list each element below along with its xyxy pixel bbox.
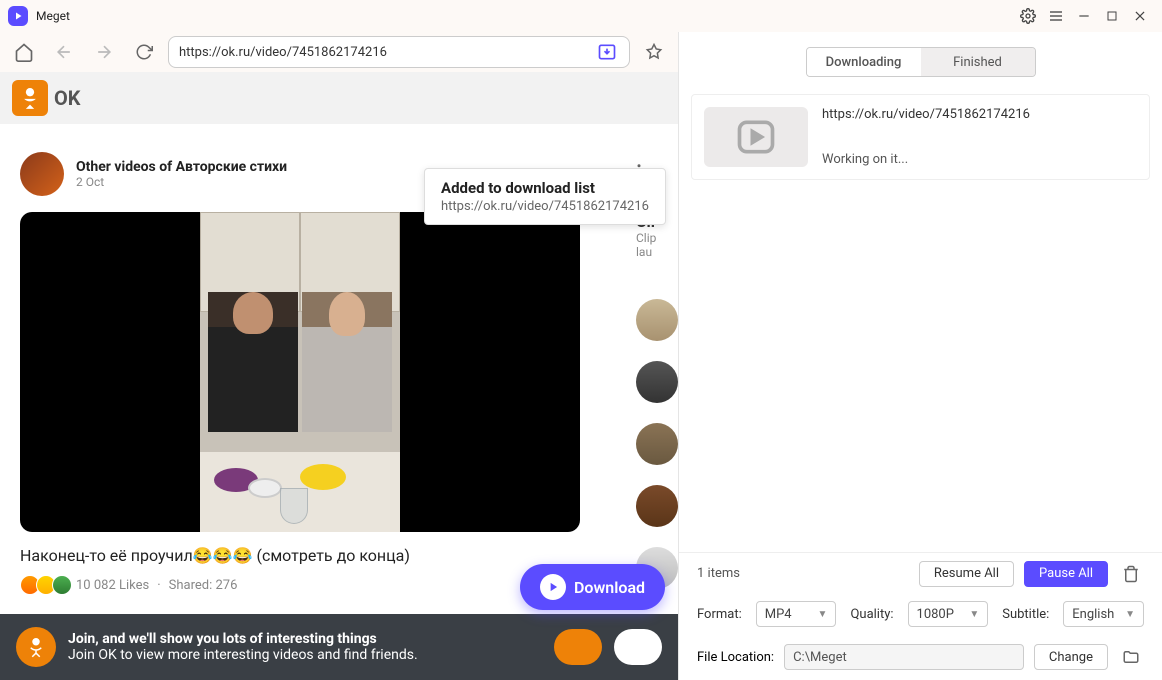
location-row: File Location: C:\Meget Change: [679, 634, 1162, 680]
settings-icon[interactable]: [1014, 2, 1042, 30]
post-date: 2 Oct: [76, 175, 287, 189]
change-button[interactable]: Change: [1034, 644, 1108, 670]
banner-secondary-button[interactable]: [614, 629, 662, 665]
url-field[interactable]: https://ok.ru/video/7451862174216: [168, 36, 630, 68]
download-url: https://ok.ru/video/7451862174216: [822, 107, 1137, 122]
download-tabs: Downloading Finished: [806, 47, 1036, 77]
menu-icon[interactable]: [1042, 2, 1070, 30]
download-panel: Downloading Finished https://ok.ru/video…: [678, 32, 1162, 680]
tab-downloading[interactable]: Downloading: [807, 48, 921, 76]
action-row: 1 items Resume All Pause All: [679, 552, 1162, 594]
chevron-down-icon: ▼: [1125, 609, 1135, 620]
download-bar-icon: [540, 574, 566, 600]
side-sub2: lau: [636, 245, 678, 259]
delete-icon[interactable]: [1118, 561, 1144, 587]
titlebar: Meget: [0, 0, 1162, 32]
banner-join-button[interactable]: [554, 629, 602, 665]
address-bar: https://ok.ru/video/7451862174216: [0, 32, 678, 72]
pin-icon[interactable]: [638, 36, 670, 68]
post-author[interactable]: Other videos of Авторские стихи: [76, 159, 287, 175]
app-title: Meget: [36, 9, 70, 23]
ok-header: OK: [0, 72, 678, 124]
banner-ok-icon: [16, 627, 56, 667]
minimize-button[interactable]: [1070, 2, 1098, 30]
subtitle-label: Subtitle:: [1002, 607, 1049, 622]
browser-pane: https://ok.ru/video/7451862174216 OK: [0, 32, 678, 680]
ok-brand-text: OK: [54, 86, 81, 110]
pause-all-button[interactable]: Pause All: [1024, 561, 1108, 587]
side-thumb[interactable]: [636, 299, 678, 341]
video-player[interactable]: [20, 212, 580, 532]
items-count: 1 items: [697, 566, 909, 581]
shared-count[interactable]: Shared: 276: [169, 578, 238, 593]
join-banner: Join, and we'll show you lots of interes…: [0, 614, 678, 680]
side-sub1: Clip: [636, 231, 678, 245]
app-icon: [8, 6, 28, 26]
banner-line1: Join, and we'll show you lots of interes…: [68, 631, 542, 647]
download-toast: Added to download list https://ok.ru/vid…: [424, 168, 666, 225]
location-field[interactable]: C:\Meget: [784, 644, 1024, 670]
chevron-down-icon: ▼: [818, 609, 828, 620]
banner-line2: Join OK to view more interesting videos …: [68, 647, 542, 663]
side-thumb[interactable]: [636, 485, 678, 527]
likes-count[interactable]: 10 082 Likes: [76, 578, 149, 593]
back-button[interactable]: [48, 36, 80, 68]
close-button[interactable]: [1126, 2, 1154, 30]
ok-logo-icon: [12, 80, 48, 116]
download-status: Working on it...: [822, 152, 1137, 167]
maximize-button[interactable]: [1098, 2, 1126, 30]
subtitle-select[interactable]: English▼: [1063, 601, 1144, 627]
toast-url: https://ok.ru/video/7451862174216: [441, 199, 649, 214]
reactions[interactable]: [20, 575, 68, 595]
quality-label: Quality:: [850, 607, 893, 622]
format-select[interactable]: MP4▼: [756, 601, 837, 627]
folder-icon[interactable]: [1118, 644, 1144, 670]
download-thumb: [704, 107, 808, 167]
side-column: Cli Clip lau: [636, 212, 678, 589]
author-avatar[interactable]: [20, 152, 64, 196]
forward-button[interactable]: [88, 36, 120, 68]
format-label: Format:: [697, 607, 742, 622]
url-text: https://ok.ru/video/7451862174216: [179, 45, 595, 60]
toast-title: Added to download list: [441, 179, 649, 197]
resume-all-button[interactable]: Resume All: [919, 561, 1014, 587]
side-thumb[interactable]: [636, 423, 678, 465]
location-label: File Location:: [697, 650, 774, 665]
download-label: Download: [574, 578, 645, 597]
chevron-down-icon: ▼: [969, 609, 979, 620]
download-list: https://ok.ru/video/7451862174216 Workin…: [679, 84, 1162, 552]
tab-finished[interactable]: Finished: [921, 48, 1035, 76]
post-title: Наконец-то её проучил😂😂😂 (смотреть до ко…: [20, 546, 658, 565]
options-row: Format: MP4▼ Quality: 1080P▼ Subtitle: E…: [679, 594, 1162, 634]
ok-logo[interactable]: OK: [12, 80, 81, 116]
home-button[interactable]: [8, 36, 40, 68]
side-thumb[interactable]: [636, 361, 678, 403]
download-button[interactable]: Download: [520, 564, 665, 610]
webpage-content: OK Other videos of Авторские стихи 2 Oct: [0, 72, 678, 680]
download-queue-icon[interactable]: [595, 40, 619, 64]
reload-button[interactable]: [128, 36, 160, 68]
download-item[interactable]: https://ok.ru/video/7451862174216 Workin…: [691, 94, 1150, 180]
quality-select[interactable]: 1080P▼: [908, 601, 989, 627]
